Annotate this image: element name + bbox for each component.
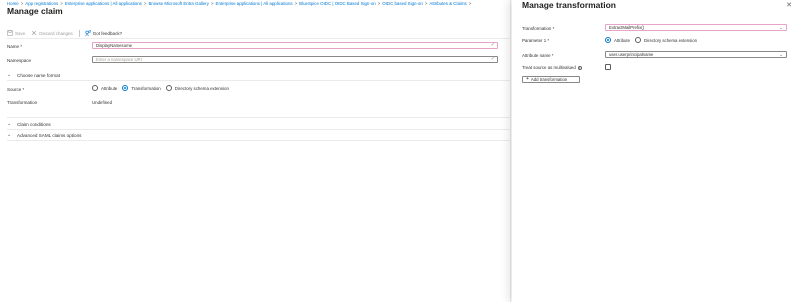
breadcrumb-item[interactable]: Browse Microsoft Entra Gallery <box>148 1 209 6</box>
transformation-field-label: Transformation * <box>522 26 555 31</box>
breadcrumb-separator: > <box>468 1 472 6</box>
source-radio-group: Attribute Transformation Directory schem… <box>92 85 234 91</box>
breadcrumb-item[interactable]: Attributes & Claims <box>429 1 466 6</box>
close-panel-button[interactable]: ✕ <box>786 1 792 9</box>
namespace-placeholder: Enter a namespace URI <box>96 57 142 62</box>
name-value: DisplayNamesome <box>96 43 133 48</box>
source-label: Source * <box>7 87 25 92</box>
breadcrumb-separator: > <box>424 1 428 6</box>
breadcrumb-separator: > <box>294 1 298 6</box>
save-label: Save <box>15 30 26 36</box>
parameter-option-directory-schema-extension[interactable]: Directory schema extension <box>635 37 697 43</box>
radio-circle <box>605 37 611 43</box>
treat-multivalued-checkbox[interactable] <box>605 64 611 70</box>
advanced-saml-label: Advanced SAML claims options <box>17 132 82 138</box>
section-divider <box>7 117 510 118</box>
section-divider <box>7 80 510 81</box>
radio-label: Attribute <box>614 37 631 43</box>
chevron-down-icon: ⌄ <box>779 52 783 57</box>
close-icon: ✕ <box>786 2 792 9</box>
add-transformation-button[interactable]: + Add transformation <box>522 76 580 83</box>
name-input[interactable]: DisplayNamesome ✓ <box>92 42 498 49</box>
breadcrumb-item[interactable]: OIDC based Sign-on <box>382 1 423 6</box>
radio-circle <box>122 85 129 91</box>
transformation-dropdown[interactable]: ExtractMailPrefix() ⌄ <box>605 24 787 31</box>
breadcrumb-separator: > <box>377 1 381 6</box>
claim-conditions-label: Claim conditions <box>17 121 51 127</box>
breadcrumb-separator: > <box>143 1 147 6</box>
parameter-label: Parameter 1 * <box>522 38 550 43</box>
chevron-down-icon: ⌄ <box>7 72 12 78</box>
radio-circle <box>165 85 172 91</box>
chevron-down-icon: ⌄ <box>779 25 783 30</box>
manage-transformation-panel: Manage transformation ✕ Transformation *… <box>512 0 799 302</box>
feedback-button[interactable]: Got feedback? <box>85 30 122 36</box>
source-option-transformation[interactable]: Transformation <box>122 85 161 91</box>
radio-label: Transformation <box>131 85 161 91</box>
choose-name-format-label: Choose name format <box>17 72 60 78</box>
valid-check-icon: ✓ <box>490 56 495 62</box>
transformation-label: Transformation <box>7 100 38 105</box>
name-label: Name * <box>7 44 23 49</box>
section-divider <box>7 129 510 130</box>
treat-multivalued-text: Treat source as multivalued <box>522 65 576 70</box>
namespace-input[interactable]: Enter a namespace URI ✓ <box>92 56 498 63</box>
feedback-label: Got feedback? <box>92 30 123 36</box>
save-icon <box>7 30 13 36</box>
breadcrumb-item[interactable]: Enterprise applications | All applicatio… <box>216 1 293 6</box>
page-title: Manage claim <box>7 6 63 16</box>
toolbar: Save Discard changes Got feedback? <box>7 28 128 38</box>
save-button[interactable]: Save <box>7 30 25 36</box>
breadcrumb: Home > App registrations > Enterprise applic… <box>7 0 473 7</box>
breadcrumb-separator: > <box>210 1 214 6</box>
radio-label: Directory schema extension <box>644 37 698 43</box>
attribute-name-label: Attribute name * <box>522 53 554 58</box>
breadcrumb-item[interactable]: Enterprise applications | All applicatio… <box>65 1 142 6</box>
claim-conditions-toggle[interactable]: ⌄ Claim conditions <box>7 121 51 127</box>
radio-circle <box>635 37 642 43</box>
source-option-directory-schema-extension[interactable]: Directory schema extension <box>165 85 229 91</box>
breadcrumb-item[interactable]: BlueSpice OIDC | OIDC Based Sign-on <box>299 1 376 6</box>
treat-multivalued-label: Treat source as multivalued i <box>522 65 582 70</box>
transformation-selected-value: ExtractMailPrefix() <box>609 25 645 30</box>
plus-icon: + <box>526 76 529 82</box>
source-option-attribute[interactable]: Attribute <box>92 85 117 91</box>
discard-changes-button[interactable]: Discard changes <box>31 30 73 36</box>
panel-title: Manage transformation <box>522 0 616 10</box>
attribute-name-dropdown[interactable]: user.userprincipalname ⌄ <box>605 51 787 58</box>
section-divider <box>7 140 510 141</box>
radio-label: Directory schema extension <box>174 85 229 91</box>
toolbar-divider-line <box>7 38 510 39</box>
add-transformation-label: Add transformation <box>530 77 568 82</box>
parameter-option-attribute[interactable]: Attribute <box>605 37 630 43</box>
feedback-icon <box>85 30 91 36</box>
choose-name-format-toggle[interactable]: ⌄ Choose name format <box>7 72 60 78</box>
namespace-label: Namespace <box>7 58 32 63</box>
radio-circle <box>92 85 98 91</box>
attribute-name-value: user.userprincipalname <box>609 52 654 57</box>
valid-check-icon: ✓ <box>490 42 495 48</box>
transformation-value: Undefined <box>92 100 113 105</box>
parameter-radio-group: Attribute Directory schema extension <box>605 37 702 43</box>
manage-claim-pane: Home > App registrations > Enterprise applic… <box>0 0 511 302</box>
discard-label: Discard changes <box>39 30 73 36</box>
chevron-down-icon: ⌄ <box>7 121 12 127</box>
chevron-down-icon: ⌄ <box>7 132 12 138</box>
radio-label: Attribute <box>101 85 118 91</box>
info-icon[interactable]: i <box>577 65 582 70</box>
advanced-saml-toggle[interactable]: ⌄ Advanced SAML claims options <box>7 132 81 138</box>
close-icon <box>32 30 37 36</box>
toolbar-divider <box>78 29 80 37</box>
